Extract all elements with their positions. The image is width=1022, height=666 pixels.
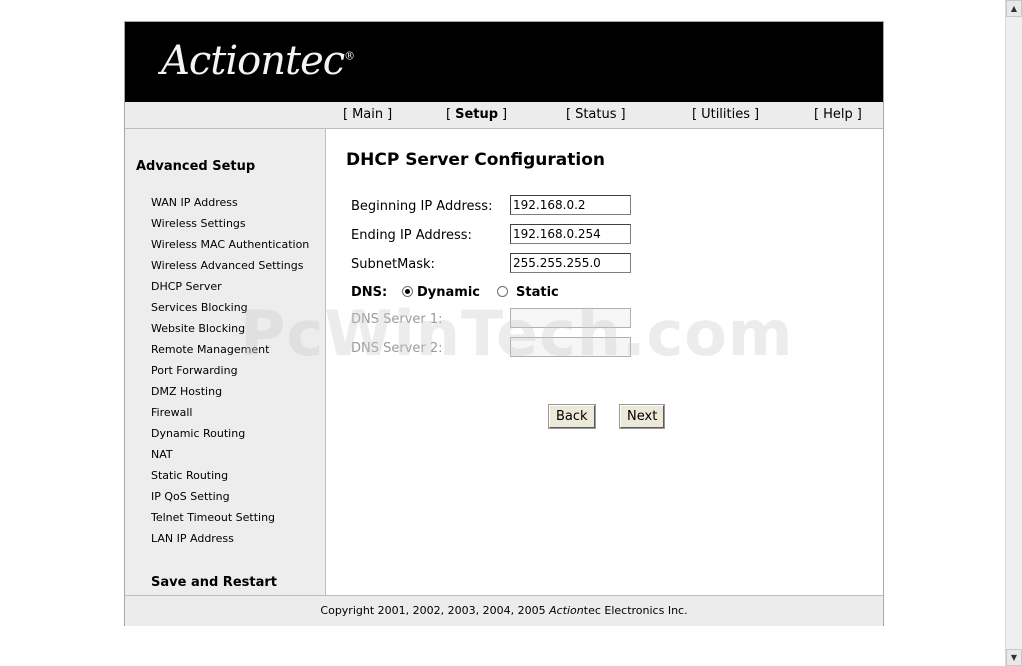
sidebar-item-wireless-mac-auth[interactable]: Wireless MAC Authentication — [151, 238, 309, 251]
nav-help[interactable]: [Help] — [814, 107, 862, 122]
top-navigation: [Main] [Setup] [Status] [Utilities] [Hel… — [125, 102, 883, 129]
sidebar-item-firewall[interactable]: Firewall — [151, 406, 192, 419]
back-button[interactable]: Back — [548, 404, 596, 429]
footer-copyright: Copyright 2001, 2002, 2003, 2004, 2005 A… — [125, 595, 883, 626]
beginning-ip-input[interactable] — [510, 195, 631, 215]
sidebar-item-telnet-timeout[interactable]: Telnet Timeout Setting — [151, 511, 275, 524]
sidebar-item-website-blocking[interactable]: Website Blocking — [151, 322, 245, 335]
dns-server-2-input[interactable] — [510, 337, 631, 357]
main-content: DHCP Server Configuration Beginning IP A… — [326, 129, 883, 595]
sidebar-item-port-forwarding[interactable]: Port Forwarding — [151, 364, 238, 377]
sidebar-title: Advanced Setup — [136, 159, 256, 174]
sidebar-item-nat[interactable]: NAT — [151, 448, 173, 461]
sidebar-item-wireless-advanced[interactable]: Wireless Advanced Settings — [151, 259, 303, 272]
sidebar-item-wan-ip-address[interactable]: WAN IP Address — [151, 196, 238, 209]
nav-setup[interactable]: [Setup] — [446, 107, 507, 122]
sidebar-item-wireless-settings[interactable]: Wireless Settings — [151, 217, 246, 230]
nav-utilities[interactable]: [Utilities] — [692, 107, 759, 122]
sidebar-item-static-routing[interactable]: Static Routing — [151, 469, 228, 482]
router-page-frame: Actiontec® [Main] [Setup] [Status] [Util… — [124, 21, 884, 626]
save-and-restart-link[interactable]: Save and Restart — [151, 575, 277, 590]
dns-label: DNS: — [351, 285, 388, 300]
sidebar-item-dmz-hosting[interactable]: DMZ Hosting — [151, 385, 222, 398]
nav-main[interactable]: [Main] — [343, 107, 392, 122]
ending-ip-input[interactable] — [510, 224, 631, 244]
page-title: DHCP Server Configuration — [346, 150, 605, 170]
sidebar-item-dynamic-routing[interactable]: Dynamic Routing — [151, 427, 245, 440]
sidebar: Advanced Setup WAN IP Address Wireless S… — [125, 129, 326, 595]
scroll-down-icon[interactable]: ▼ — [1006, 649, 1022, 666]
header-banner: Actiontec® — [125, 22, 883, 102]
dns-server-1-label: DNS Server 1: — [351, 312, 443, 327]
sidebar-item-remote-management[interactable]: Remote Management — [151, 343, 269, 356]
sidebar-item-lan-ip-address[interactable]: LAN IP Address — [151, 532, 234, 545]
dns-static-radio[interactable] — [497, 286, 508, 297]
dns-static-label[interactable]: Static — [516, 285, 559, 300]
ending-ip-label: Ending IP Address: — [351, 228, 472, 243]
subnet-mask-label: SubnetMask: — [351, 257, 435, 272]
scroll-up-icon[interactable]: ▲ — [1006, 0, 1022, 17]
beginning-ip-label: Beginning IP Address: — [351, 199, 493, 214]
dns-dynamic-radio[interactable] — [402, 286, 413, 297]
dns-dynamic-label[interactable]: Dynamic — [417, 285, 480, 300]
sidebar-item-services-blocking[interactable]: Services Blocking — [151, 301, 248, 314]
nav-status[interactable]: [Status] — [566, 107, 626, 122]
dns-server-2-label: DNS Server 2: — [351, 341, 443, 356]
vertical-scrollbar[interactable]: ▲ ▼ — [1005, 0, 1022, 666]
dns-server-1-input[interactable] — [510, 308, 631, 328]
actiontec-logo: Actiontec® — [161, 38, 355, 84]
sidebar-item-dhcp-server[interactable]: DHCP Server — [151, 280, 222, 293]
sidebar-item-ip-qos-setting[interactable]: IP QoS Setting — [151, 490, 230, 503]
subnet-mask-input[interactable] — [510, 253, 631, 273]
next-button[interactable]: Next — [618, 404, 666, 429]
